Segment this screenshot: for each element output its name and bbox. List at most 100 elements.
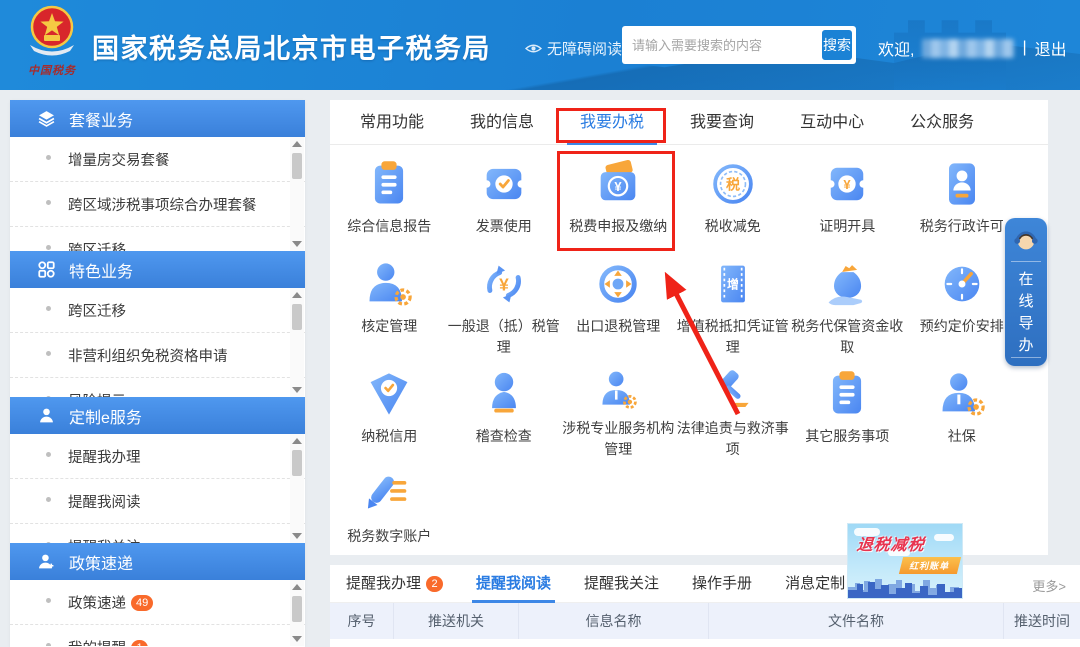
clipboard-icon [821, 368, 873, 420]
scroll-up-arrow-icon[interactable] [292, 292, 302, 298]
sidebar-item[interactable]: 我的提醒1 [10, 625, 305, 646]
clipboard-icon [363, 158, 415, 210]
tab-tax-handling[interactable]: 我要办税 [580, 100, 644, 145]
main-tabbar: 常用功能 我的信息 我要办税 我要查询 互动中心 公众服务 [330, 100, 1048, 145]
sidebar-item[interactable]: 跨区域涉税事项综合办理套餐 [10, 182, 305, 227]
column-header-info-name: 信息名称 [518, 603, 708, 639]
sidebar-section-policy-express[interactable]: 政策速递 [10, 543, 305, 580]
scroll-up-arrow-icon[interactable] [292, 584, 302, 590]
tab-message-customization[interactable]: 消息定制 [785, 565, 845, 603]
tab-operation-manual[interactable]: 操作手册 [692, 565, 752, 603]
tab-inquiry[interactable]: 我要查询 [690, 100, 754, 145]
grid-item-label: 税费申报及缴纳 [569, 216, 667, 237]
tab-common-functions[interactable]: 常用功能 [360, 100, 424, 145]
sidebar-item[interactable]: 提醒我办理 [10, 434, 305, 479]
scrollbar-thumb[interactable] [292, 153, 302, 179]
grid-item-label: 稽查检查 [476, 426, 532, 447]
refresh-yen-icon: ¥ [478, 258, 530, 310]
grid-item-assessment-management[interactable]: 核定管理 [332, 250, 447, 360]
sidebar-item[interactable]: 风险提示 [10, 378, 305, 397]
grid-item-tax-admin-license[interactable]: 税务行政许可 [905, 150, 1020, 250]
search-input[interactable] [622, 38, 818, 53]
tab-public-service[interactable]: 公众服务 [910, 100, 974, 145]
tab-my-info[interactable]: 我的信息 [470, 100, 534, 145]
grid-item-advance-pricing[interactable]: 预约定价安排 [905, 250, 1020, 360]
user-plus-icon [38, 553, 55, 570]
sidebar-section-featured-business[interactable]: 特色业务 [10, 251, 305, 288]
grid-item-label: 发票使用 [476, 216, 532, 237]
section-title: 政策速递 [69, 550, 133, 574]
scrollbar-thumb[interactable] [292, 450, 302, 476]
sidebar: 套餐业务 增量房交易套餐 跨区域涉税事项综合办理套餐 跨区迁移 特色业务 跨区迁… [10, 100, 305, 647]
scroll-up-arrow-icon[interactable] [292, 438, 302, 444]
grid-item-audit-inspection[interactable]: 稽查检查 [447, 360, 562, 460]
column-header-index: 序号 [330, 603, 393, 639]
grid-item-general-tax-refund[interactable]: ¥ 一般退（抵）税管理 [447, 250, 562, 360]
more-link[interactable]: 更多> [1032, 576, 1066, 595]
sidebar-section-package-business[interactable]: 套餐业务 [10, 100, 305, 137]
sidebar-item-label: 提醒我办理 [68, 450, 141, 466]
tab-remind-me-read[interactable]: 提醒我阅读 [476, 565, 551, 603]
scroll-down-arrow-icon[interactable] [292, 636, 302, 642]
sidebar-item[interactable]: 提醒我关注 [10, 524, 305, 543]
svg-text:增: 增 [727, 277, 739, 291]
header: 中国税务 国家税务总局北京市电子税务局 无障碍阅读 搜索 欢迎, | 退出 [0, 0, 1080, 90]
grid-item-tax-service-agency[interactable]: 涉税专业服务机构管理 [561, 360, 676, 460]
scroll-down-arrow-icon[interactable] [292, 387, 302, 393]
promo-banner[interactable]: 退税减税 红利账单 [847, 523, 963, 599]
bottom-tab-label: 提醒我办理 [346, 565, 421, 603]
grid-item-tax-reduction[interactable]: 税 税收减免 [676, 150, 791, 250]
tab-interaction-center[interactable]: 互动中心 [800, 100, 864, 145]
grid-item-label: 涉税专业服务机构管理 [562, 418, 674, 460]
grid-item-tax-digital-account[interactable]: 税务数字账户 [332, 460, 447, 552]
main-panel: 常用功能 我的信息 我要办税 我要查询 互动中心 公众服务 综合信息报告 [330, 100, 1048, 555]
logout-link[interactable]: 退出 [1035, 36, 1067, 60]
notification-badge: 2 [426, 576, 443, 592]
person-gear-icon [936, 368, 988, 420]
voucher-document-icon: 增 [707, 258, 759, 310]
grid-item-other-services[interactable]: 其它服务事项 [790, 360, 905, 460]
grid-item-comprehensive-info-report[interactable]: 综合信息报告 [332, 150, 447, 250]
table-header-row: 序号 推送机关 信息名称 文件名称 推送时间 [330, 603, 1080, 639]
grid-item-legal-liability-relief[interactable]: 法律追责与救济事项 [676, 360, 791, 460]
scroll-down-arrow-icon[interactable] [292, 533, 302, 539]
tax-bureau-logo: 中国税务 [20, 3, 84, 78]
accessibility-toggle[interactable]: 无障碍阅读 [525, 38, 622, 59]
sidebar-item[interactable]: 增量房交易套餐 [10, 137, 305, 182]
grid-item-export-tax-refund[interactable]: 出口退税管理 [561, 250, 676, 360]
gauge-clock-icon [936, 258, 988, 310]
scrollbar-thumb[interactable] [292, 304, 302, 330]
sidebar-item[interactable]: 提醒我阅读 [10, 479, 305, 524]
scroll-down-arrow-icon[interactable] [292, 241, 302, 247]
online-guide-label: 在线导办 [1018, 269, 1034, 357]
tab-remind-me-handle[interactable]: 提醒我办理 2 [346, 565, 443, 603]
sidebar-item[interactable]: 跨区迁移 [10, 288, 305, 333]
grid-item-label: 税务行政许可 [920, 216, 1004, 237]
sidebar-item[interactable]: 非营利组织免税资格申请 [10, 333, 305, 378]
tab-remind-me-follow[interactable]: 提醒我关注 [584, 565, 659, 603]
grid-item-tax-credit[interactable]: 纳税信用 [332, 360, 447, 460]
svg-text:税: 税 [726, 176, 740, 192]
section-title: 特色业务 [69, 258, 133, 282]
sidebar-item-label: 跨区迁移 [68, 304, 126, 320]
sidebar-item-label: 风险提示 [68, 394, 126, 397]
sidebar-list: 政策速递49 我的提醒1 [10, 580, 305, 646]
sidebar-item-label: 跨区迁移 [68, 243, 126, 251]
grid-item-tax-declaration-payment[interactable]: ¥ 税费申报及缴纳 [561, 150, 676, 250]
online-guide-tab[interactable]: 在线导办 [1005, 218, 1047, 366]
sidebar-list: 增量房交易套餐 跨区域涉税事项综合办理套餐 跨区迁移 [10, 137, 305, 251]
grid-item-social-security[interactable]: 社保 [905, 360, 1020, 460]
scrollbar-thumb[interactable] [292, 596, 302, 622]
sidebar-section-custom-eservice[interactable]: 定制e服务 [10, 397, 305, 434]
search-button[interactable]: 搜索 [821, 29, 853, 61]
sidebar-item[interactable]: 跨区迁移 [10, 227, 305, 251]
grid-item-certificate-issuance[interactable]: ¥ 证明开具 [790, 150, 905, 250]
sidebar-item[interactable]: 政策速递49 [10, 580, 305, 625]
stamp-person-icon [936, 158, 988, 210]
divider-text: | [1022, 39, 1026, 57]
scroll-up-arrow-icon[interactable] [292, 141, 302, 147]
moneybag-hand-icon [821, 258, 873, 310]
grid-item-invoice-use[interactable]: 发票使用 [447, 150, 562, 250]
grid-item-vat-deduction-voucher[interactable]: 增 增值税抵扣凭证管理 [676, 250, 791, 360]
grid-item-escrow-funds-collection[interactable]: 税务代保管资金收取 [790, 250, 905, 360]
